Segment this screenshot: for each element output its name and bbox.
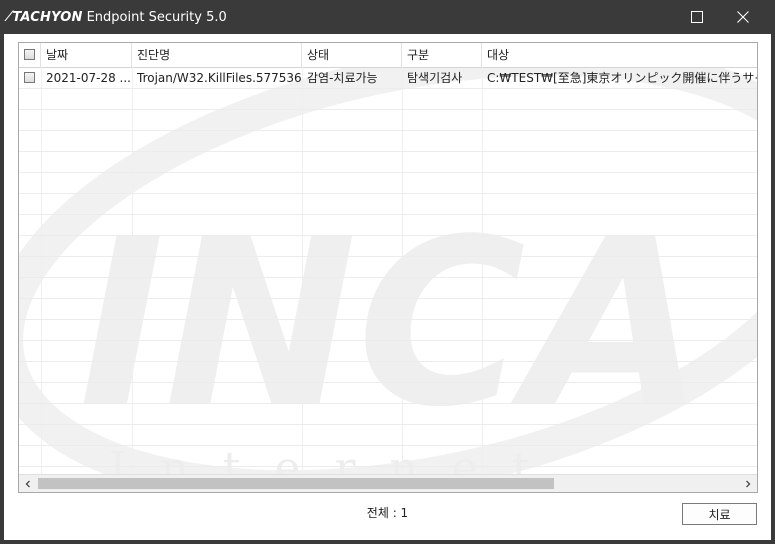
empty-table-row [19,152,757,173]
empty-table-row [19,320,757,341]
window-title: Endpoint Security 5.0 [86,9,227,25]
empty-table-row [19,278,757,299]
cell-status: 감염-치료가능 [307,71,378,85]
cell-target: C:₩TEST₩[至急]東京オリンピック開催に伴うサイ [487,71,757,85]
close-icon [737,11,749,23]
chevron-right-icon [745,480,750,487]
cure-button[interactable]: 치료 [682,503,757,525]
column-header-status[interactable]: 상태 [302,43,402,67]
empty-table-row [19,131,757,152]
empty-table-row [19,173,757,194]
column-header-type[interactable]: 구분 [402,43,482,67]
scroll-thumb[interactable] [38,478,554,489]
empty-table-row [19,257,757,278]
empty-table-row [19,236,757,257]
empty-table-row [19,404,757,425]
empty-table-row [19,215,757,236]
empty-table-row [19,341,757,362]
column-header-date[interactable]: 날짜 [41,43,132,67]
close-button[interactable] [720,0,766,34]
empty-table-row [19,383,757,404]
empty-table-row [19,194,757,215]
app-window: ⁄ TACHYON Endpoint Security 5.0 INCA Int… [0,0,775,544]
table-header: 날짜 진단명 상태 구분 대상 [19,43,757,68]
header-select-all [19,43,41,67]
empty-table-row [19,362,757,383]
detection-table: INCA Internet 날짜 진단명 상태 구분 대상 2021-07-28… [18,42,758,493]
column-header-target[interactable]: 대상 [482,43,757,67]
cell-type: 탐색기검사 [407,71,463,85]
scroll-right-button[interactable] [739,475,756,492]
chevron-left-icon [25,480,30,487]
empty-table-row [19,446,757,467]
cell-name: Trojan/W32.KillFiles.577536 [137,71,302,85]
row-checkbox[interactable] [24,72,35,83]
total-count-label: 전체 : 1 [366,506,409,520]
scroll-left-button[interactable] [19,475,36,492]
logo-mark-icon: ⁄ [8,9,11,25]
empty-table-row [19,425,757,446]
cell-date: 2021-07-28 ... [46,71,131,85]
empty-table-row [19,110,757,131]
column-header-name[interactable]: 진단명 [132,43,302,67]
empty-table-row [19,299,757,320]
maximize-icon [691,11,703,23]
app-brand: ⁄ TACHYON Endpoint Security 5.0 [8,8,227,26]
main-content: INCA Internet 날짜 진단명 상태 구분 대상 2021-07-28… [4,34,771,540]
maximize-button[interactable] [674,0,720,34]
select-all-checkbox[interactable] [24,49,35,60]
title-bar[interactable]: ⁄ TACHYON Endpoint Security 5.0 [0,0,775,34]
table-row[interactable]: 2021-07-28 ... Trojan/W32.KillFiles.5775… [19,68,757,89]
table-grid: 날짜 진단명 상태 구분 대상 2021-07-28 ... Trojan/W3… [19,43,757,488]
brand-logo: TACHYON [12,9,83,25]
empty-table-row [19,89,757,110]
horizontal-scrollbar[interactable] [19,474,757,492]
